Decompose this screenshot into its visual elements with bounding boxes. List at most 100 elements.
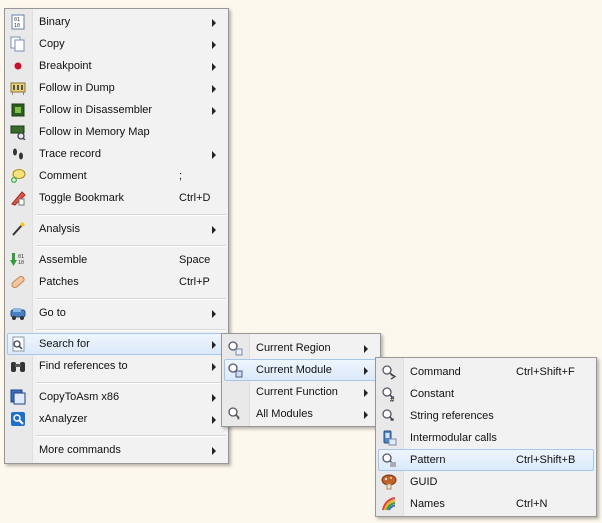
menu-item-trace-record[interactable]: Trace record bbox=[7, 143, 226, 165]
menu-item-label: GUID bbox=[410, 476, 438, 488]
submenu-arrow-icon bbox=[212, 416, 216, 424]
submenu-arrow-icon bbox=[212, 107, 216, 115]
menu-item-label: Follow in Dump bbox=[39, 82, 115, 94]
menu-item-label: Current Module bbox=[256, 364, 332, 376]
menu-item-analysis[interactable]: Analysis bbox=[7, 218, 226, 240]
menu-item-assemble[interactable]: 01 10 Assemble Space bbox=[7, 249, 226, 271]
menu-item-names[interactable]: Names Ctrl+N bbox=[378, 493, 594, 515]
patch-icon bbox=[10, 274, 26, 290]
goto-icon bbox=[10, 305, 26, 321]
svg-text:10: 10 bbox=[18, 260, 24, 266]
shortcut-label: Ctrl+N bbox=[516, 498, 548, 510]
shortcut-label: Ctrl+Shift+F bbox=[516, 366, 575, 378]
menu-item-label: CopyToAsm x86 bbox=[39, 391, 120, 403]
menu-item-more-commands[interactable]: More commands bbox=[7, 439, 226, 461]
submenu-arrow-icon bbox=[212, 310, 216, 318]
menu-item-search-for[interactable]: Search for bbox=[7, 333, 226, 355]
submenu-arrow-icon bbox=[364, 411, 368, 419]
menu-item-label: Patches bbox=[39, 276, 79, 288]
search-pattern-icon bbox=[381, 452, 397, 468]
menu-item-label: Comment bbox=[39, 170, 87, 182]
menu-item-string-references[interactable]: " String references bbox=[378, 405, 594, 427]
menu-item-label: Analysis bbox=[39, 223, 80, 235]
memory-map-icon bbox=[10, 124, 26, 140]
context-menu: 01 10 Binary Copy Breakpoint Follow in Du… bbox=[4, 8, 229, 464]
menu-separator bbox=[36, 435, 226, 437]
menu-item-current-region[interactable]: Current Region bbox=[224, 337, 378, 359]
menu-item-label: Assemble bbox=[39, 254, 88, 266]
menu-item-label: Follow in Memory Map bbox=[39, 126, 150, 138]
menu-item-label: All Modules bbox=[256, 408, 313, 420]
assemble-icon: 01 10 bbox=[10, 252, 26, 268]
menu-item-label: Find references to bbox=[39, 360, 128, 372]
menu-item-label: Command bbox=[410, 366, 461, 378]
submenu-arrow-icon bbox=[212, 394, 216, 402]
menu-item-follow-in-memory-map[interactable]: Follow in Memory Map bbox=[7, 121, 226, 143]
search-for-submenu: Current Region Current Module Current Fu… bbox=[221, 333, 381, 427]
menu-item-label: Trace record bbox=[39, 148, 101, 160]
xanalyzer-icon bbox=[10, 411, 26, 427]
menu-item-patches[interactable]: Patches Ctrl+P bbox=[7, 271, 226, 293]
shortcut-label: Space bbox=[179, 254, 211, 266]
shortcut-label: ; bbox=[179, 170, 183, 182]
shortcut-label: Ctrl+Shift+B bbox=[516, 454, 576, 466]
menu-item-current-function[interactable]: Current Function bbox=[224, 381, 378, 403]
menu-item-current-module[interactable]: Current Module bbox=[224, 359, 378, 381]
search-string-icon: " bbox=[381, 408, 397, 424]
menu-separator bbox=[36, 245, 226, 247]
submenu-arrow-icon bbox=[212, 151, 216, 159]
menu-item-binary[interactable]: 01 10 Binary bbox=[7, 11, 226, 33]
search-region-icon bbox=[227, 340, 243, 356]
dump-icon bbox=[10, 80, 26, 96]
menu-item-intermodular-calls[interactable]: Intermodular calls bbox=[378, 427, 594, 449]
menu-item-toggle-bookmark[interactable]: Toggle Bookmark Ctrl+D bbox=[7, 187, 226, 209]
binoculars-icon bbox=[10, 358, 26, 374]
menu-item-label: Copy bbox=[39, 38, 65, 50]
names-icon bbox=[381, 496, 397, 512]
menu-item-label: Breakpoint bbox=[39, 60, 92, 72]
menu-separator bbox=[36, 214, 226, 216]
menu-item-label: Pattern bbox=[410, 454, 446, 466]
menu-item-comment[interactable]: Comment ; bbox=[7, 165, 226, 187]
menu-item-copytoasm-x86[interactable]: CopyToAsm x86 bbox=[7, 386, 226, 408]
menu-item-find-references-to[interactable]: Find references to bbox=[7, 355, 226, 377]
copytoasm-icon bbox=[10, 389, 26, 405]
menu-item-copy[interactable]: Copy bbox=[7, 33, 226, 55]
menu-item-label: Current Region bbox=[256, 342, 331, 354]
submenu-arrow-icon bbox=[212, 85, 216, 93]
shortcut-label: Ctrl+P bbox=[179, 276, 210, 288]
menu-item-label: Current Function bbox=[256, 386, 338, 398]
submenu-arrow-icon bbox=[364, 367, 368, 375]
guid-icon bbox=[381, 474, 397, 490]
submenu-arrow-icon bbox=[212, 341, 216, 349]
menu-item-label: Constant bbox=[410, 388, 455, 400]
menu-item-breakpoint[interactable]: Breakpoint bbox=[7, 55, 226, 77]
menu-item-follow-in-dump[interactable]: Follow in Dump bbox=[7, 77, 226, 99]
submenu-arrow-icon bbox=[212, 19, 216, 27]
menu-item-xanalyzer[interactable]: xAnalyzer bbox=[7, 408, 226, 430]
menu-item-label: Search for bbox=[39, 338, 90, 350]
breakpoint-icon bbox=[10, 58, 26, 74]
menu-separator bbox=[36, 382, 226, 384]
menu-item-all-modules[interactable]: * All Modules bbox=[224, 403, 378, 425]
menu-separator bbox=[36, 329, 226, 331]
svg-text:*: * bbox=[237, 417, 240, 422]
menu-item-command[interactable]: Command Ctrl+Shift+F bbox=[378, 361, 594, 383]
binary-icon: 01 10 bbox=[10, 14, 26, 30]
footprints-icon bbox=[10, 146, 26, 162]
menu-item-pattern[interactable]: Pattern Ctrl+Shift+B bbox=[378, 449, 594, 471]
menu-item-label: Names bbox=[410, 498, 445, 510]
menu-item-go-to[interactable]: Go to bbox=[7, 302, 226, 324]
submenu-arrow-icon bbox=[212, 226, 216, 234]
menu-item-label: xAnalyzer bbox=[39, 413, 88, 425]
menu-item-follow-in-disassembler[interactable]: Follow in Disassembler bbox=[7, 99, 226, 121]
search-icon bbox=[10, 336, 26, 352]
submenu-arrow-icon bbox=[212, 63, 216, 71]
submenu-arrow-icon bbox=[212, 41, 216, 49]
search-constant-icon: # bbox=[381, 386, 397, 402]
svg-text:": " bbox=[390, 417, 394, 424]
menu-item-label: More commands bbox=[39, 444, 121, 456]
menu-item-constant[interactable]: # Constant bbox=[378, 383, 594, 405]
submenu-arrow-icon bbox=[212, 447, 216, 455]
menu-item-guid[interactable]: GUID bbox=[378, 471, 594, 493]
